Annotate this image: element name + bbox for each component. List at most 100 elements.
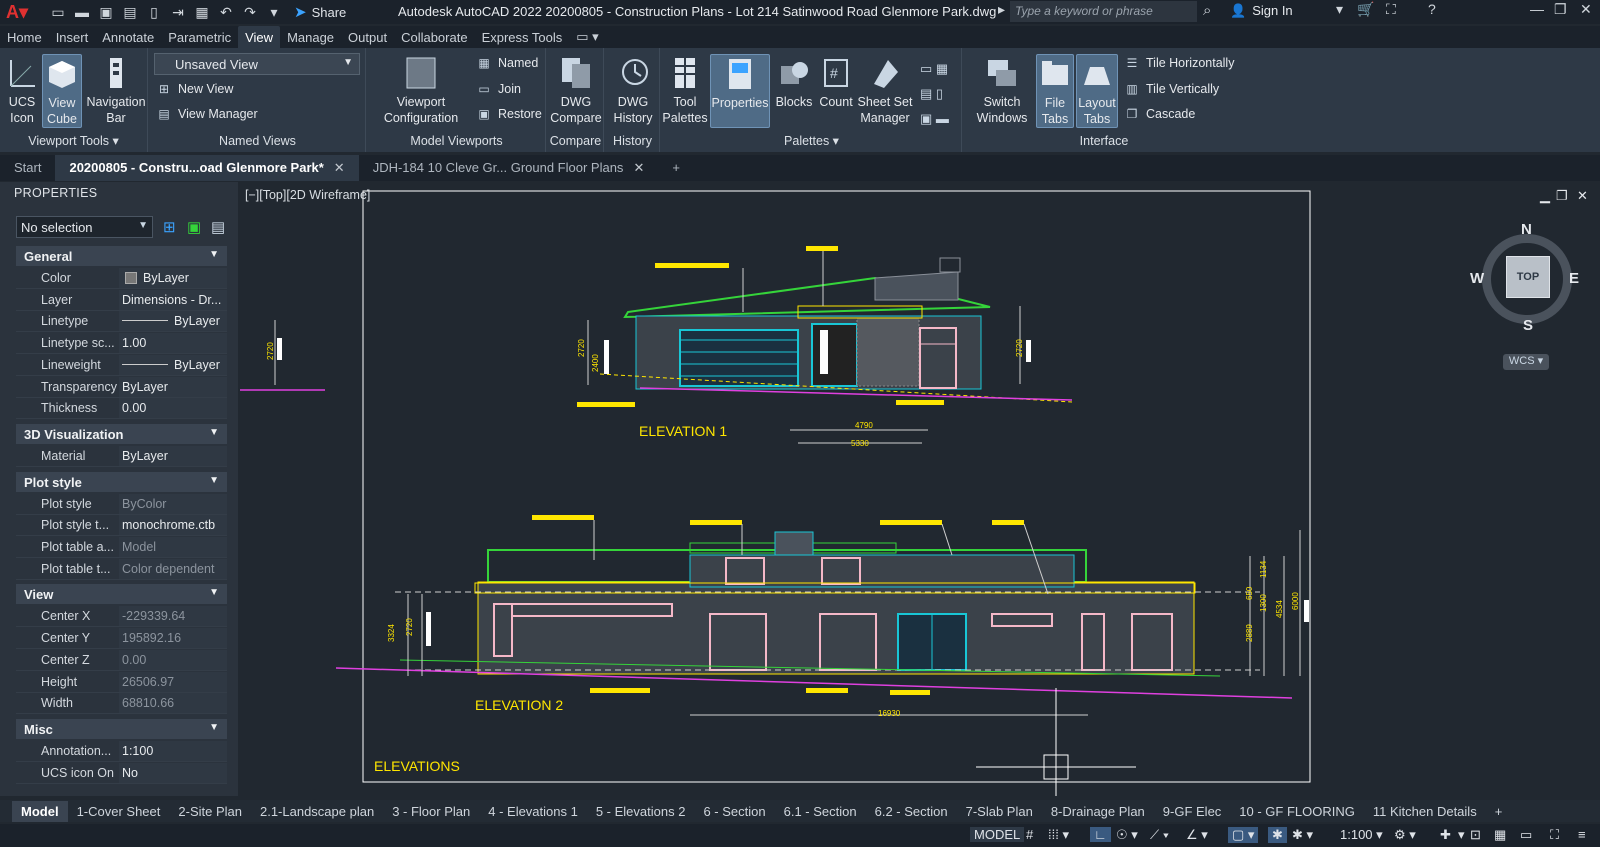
property-row[interactable]: Center Z 0.00 bbox=[16, 649, 227, 671]
select-objects-icon[interactable]: ▣ bbox=[187, 218, 201, 236]
layout-tab[interactable]: 6.2 - Section bbox=[866, 801, 957, 822]
layout-tab[interactable]: 3 - Floor Plan bbox=[383, 801, 479, 822]
layout-tab[interactable]: 5 - Elevations 2 bbox=[587, 801, 695, 822]
annotation-visibility-icon[interactable]: ✱ bbox=[1268, 827, 1287, 843]
property-row[interactable]: Plot style ByColor bbox=[16, 493, 227, 515]
property-value[interactable]: Dimensions - Dr... bbox=[119, 289, 227, 310]
new-tab-button[interactable]: + bbox=[658, 155, 694, 181]
property-row[interactable]: Color ByLayer bbox=[16, 268, 227, 289]
property-value[interactable]: 68810.66 bbox=[119, 693, 227, 714]
isometric-icon[interactable]: ⟋ ▾ bbox=[1150, 827, 1169, 843]
property-row[interactable]: Plot table a... Model bbox=[16, 537, 227, 558]
plot-icon[interactable]: ▦ bbox=[192, 2, 212, 22]
toggle-pickadd-icon[interactable]: ⊞ bbox=[163, 218, 176, 236]
property-value[interactable]: ByLayer bbox=[119, 268, 227, 288]
auto-scale-icon[interactable]: ✱ ▾ bbox=[1292, 827, 1313, 843]
viewcube-top-face[interactable]: TOP bbox=[1506, 256, 1550, 298]
customize-qa-icon[interactable]: ▾ bbox=[264, 2, 284, 22]
new-view-button[interactable]: ⊞ New View bbox=[156, 82, 233, 96]
dwg-history-button[interactable]: DWG History bbox=[606, 54, 660, 126]
autocad-logo-icon[interactable]: A▾ bbox=[6, 2, 36, 23]
compass-west[interactable]: W bbox=[1470, 270, 1484, 287]
property-row[interactable]: UCS icon On No bbox=[16, 762, 227, 784]
tool-palettes-button[interactable]: Tool Palettes bbox=[662, 54, 708, 126]
annotation-scale[interactable]: 1:100 ▾ bbox=[1340, 827, 1383, 843]
document-tab[interactable]: 20200805 - Constru...oad Glenmore Park* ✕ bbox=[55, 155, 359, 181]
tab-home[interactable]: Home bbox=[0, 26, 49, 48]
blocks-button[interactable]: Blocks bbox=[772, 54, 816, 110]
property-value[interactable]: 26506.97 bbox=[119, 671, 227, 692]
new-layout-button[interactable]: + bbox=[1486, 801, 1512, 822]
cascade-button[interactable]: ❐ Cascade bbox=[1124, 107, 1196, 121]
save-icon[interactable]: ▣ bbox=[96, 2, 116, 22]
selection-dropdown[interactable]: No selection ▼ bbox=[16, 216, 153, 238]
layout-tab[interactable]: 1-Cover Sheet bbox=[68, 801, 170, 822]
close-tab-icon[interactable]: ✕ bbox=[633, 160, 644, 176]
ucs-icon-button[interactable]: UCS Icon bbox=[4, 54, 40, 126]
property-row[interactable]: Plot table t... Color dependent bbox=[16, 558, 227, 580]
layout-tab[interactable]: 9-GF Elec bbox=[1154, 801, 1231, 822]
ortho-icon[interactable]: ∟ bbox=[1090, 827, 1111, 842]
property-value[interactable]: 0.00 bbox=[119, 398, 227, 419]
property-value[interactable]: ByLayer bbox=[119, 311, 227, 332]
compass-north[interactable]: N bbox=[1521, 221, 1532, 238]
palette-mini-icons[interactable]: ▭ ▦ ▤ ▯ ▣ ▬ bbox=[920, 56, 960, 131]
section-plot-style[interactable]: Plot style ▼ bbox=[16, 471, 227, 492]
property-value[interactable]: 1.00 bbox=[119, 333, 227, 354]
property-value[interactable]: 0.00 bbox=[119, 649, 227, 670]
tab-collaborate[interactable]: Collaborate bbox=[394, 26, 475, 48]
object-snap-icon[interactable]: ▢ ▾ bbox=[1228, 827, 1259, 843]
isolate-objects-icon[interactable]: ⊡ bbox=[1470, 827, 1481, 843]
tile-horizontally-button[interactable]: ☰ Tile Horizontally bbox=[1124, 56, 1235, 70]
switch-windows-button[interactable]: Switch Windows bbox=[974, 54, 1030, 126]
collapse-icon[interactable]: ▼ bbox=[209, 475, 219, 486]
annotation-monitor-icon[interactable]: ✚ bbox=[1440, 827, 1451, 843]
document-tab[interactable]: Start bbox=[0, 155, 55, 181]
quick-select-icon[interactable]: ▤ bbox=[211, 218, 225, 236]
autodesk-a360-icon[interactable]: ⛶ bbox=[1386, 1, 1396, 18]
layout-tab[interactable]: 2-Site Plan bbox=[169, 801, 251, 822]
property-value[interactable]: ByLayer bbox=[119, 354, 227, 375]
drawing-canvas[interactable]: ELEVATION 1 ELEVATION 2 ELEVATIONS 5330 … bbox=[240, 182, 1600, 796]
workspace-gear-icon[interactable]: ⚙ ▾ bbox=[1394, 827, 1416, 843]
property-row[interactable]: Annotation... 1:100 bbox=[16, 740, 227, 762]
document-tab[interactable]: JDH-184 10 Cleve Gr... Ground Floor Plan… bbox=[359, 155, 659, 181]
search-icon[interactable]: ⌕ bbox=[1203, 2, 1211, 19]
ribbon-options-icon[interactable]: ▭ ▾ bbox=[569, 25, 605, 48]
customization-icon[interactable]: ≡ bbox=[1578, 827, 1586, 842]
restore-viewports-button[interactable]: ▣ Restore bbox=[476, 107, 541, 121]
section-view[interactable]: View ▼ bbox=[16, 584, 227, 605]
property-value[interactable]: 1:100 bbox=[119, 740, 227, 761]
chevron-down-icon[interactable]: ▾ bbox=[1336, 1, 1343, 18]
property-value[interactable]: ByLayer bbox=[119, 376, 227, 397]
tab-output[interactable]: Output bbox=[341, 26, 394, 48]
collapse-icon[interactable]: ▼ bbox=[209, 722, 219, 733]
property-value[interactable]: 195892.16 bbox=[119, 628, 227, 649]
layout-tab[interactable]: 4 - Elevations 1 bbox=[479, 801, 587, 822]
property-row[interactable]: Material ByLayer bbox=[16, 445, 227, 467]
join-viewports-button[interactable]: ▭ Join bbox=[476, 82, 521, 96]
web-mobile-icon[interactable]: ▯ bbox=[144, 2, 164, 22]
tab-express-tools[interactable]: Express Tools bbox=[475, 26, 570, 48]
property-row[interactable]: Linetype sc... 1.00 bbox=[16, 333, 227, 355]
help-icon[interactable]: ? bbox=[1428, 1, 1436, 17]
object-snap-tracking-icon[interactable]: ∠ ▾ bbox=[1186, 827, 1208, 843]
sheet-set-manager-button[interactable]: Sheet Set Manager bbox=[856, 54, 914, 126]
tab-manage[interactable]: Manage bbox=[280, 26, 341, 48]
layout-tab[interactable]: 2.1-Landscape plan bbox=[251, 801, 383, 822]
units-icon[interactable]: ▾ bbox=[1458, 827, 1465, 843]
section-3d-visualization[interactable]: 3D Visualization ▼ bbox=[16, 423, 227, 444]
search-input[interactable]: Type a keyword or phrase bbox=[1010, 1, 1197, 22]
property-value[interactable]: Color dependent bbox=[119, 558, 227, 579]
panel-title[interactable]: Viewport Tools ▾ bbox=[0, 133, 147, 148]
property-row[interactable]: Plot style t... monochrome.ctb bbox=[16, 515, 227, 537]
property-row[interactable]: Width 68810.66 bbox=[16, 693, 227, 715]
undo-icon[interactable]: ↶ bbox=[216, 2, 236, 22]
clean-screen-icon[interactable]: ▭ bbox=[1520, 827, 1532, 843]
section-general[interactable]: General ▼ bbox=[16, 246, 227, 266]
named-viewports-button[interactable]: ▦ Named bbox=[476, 56, 538, 70]
close-tab-icon[interactable]: ✕ bbox=[334, 160, 345, 176]
property-value[interactable]: No bbox=[119, 762, 227, 783]
layout-tabs-button[interactable]: Layout Tabs bbox=[1076, 54, 1118, 128]
open-file-icon[interactable]: ▬ bbox=[72, 2, 92, 22]
